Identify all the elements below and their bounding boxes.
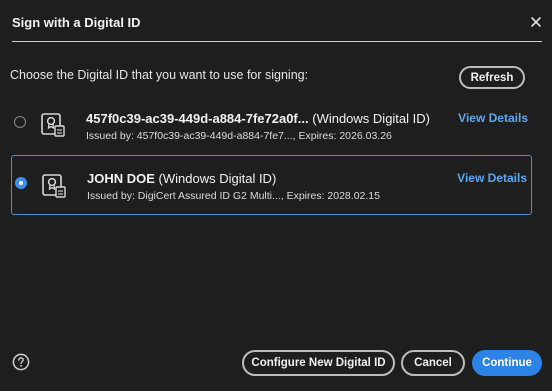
radio-button-id-2[interactable] bbox=[15, 177, 27, 189]
view-details-link-2[interactable]: View Details bbox=[457, 171, 527, 185]
dialog-title: Sign with a Digital ID bbox=[12, 15, 141, 30]
refresh-button[interactable]: Refresh bbox=[459, 66, 525, 89]
id-name: JOHN DOE bbox=[87, 171, 155, 186]
certificate-icon bbox=[42, 174, 66, 198]
certificate-icon bbox=[41, 113, 65, 137]
radio-button-id-1[interactable] bbox=[14, 116, 26, 128]
id-name: 457f0c39-ac39-449d-a884-7fe72a0f... bbox=[86, 111, 309, 126]
help-icon[interactable] bbox=[12, 353, 30, 371]
digital-id-row-2[interactable]: JOHN DOE (Windows Digital ID) Issued by:… bbox=[11, 155, 532, 215]
close-icon[interactable] bbox=[528, 14, 544, 30]
title-divider bbox=[12, 41, 542, 42]
title-bar: Sign with a Digital ID bbox=[0, 0, 552, 44]
id-name-line-2: JOHN DOE (Windows Digital ID) bbox=[87, 171, 276, 186]
sign-digital-id-dialog: Sign with a Digital ID Choose the Digita… bbox=[0, 0, 552, 391]
id-kind: (Windows Digital ID) bbox=[158, 171, 277, 186]
id-kind: (Windows Digital ID) bbox=[312, 111, 430, 126]
view-details-link-1[interactable]: View Details bbox=[458, 111, 528, 125]
cancel-button[interactable]: Cancel bbox=[401, 350, 465, 376]
id-name-line-1: 457f0c39-ac39-449d-a884-7fe72a0f... (Win… bbox=[86, 111, 430, 126]
id-issued-details: Issued by: 457f0c39-ac39-449d-a884-7fe7.… bbox=[86, 130, 392, 142]
configure-new-digital-id-button[interactable]: Configure New Digital ID bbox=[242, 350, 395, 376]
choose-id-prompt: Choose the Digital ID that you want to u… bbox=[10, 68, 309, 82]
id-issued-details: Issued by: DigiCert Assured ID G2 Multi.… bbox=[87, 190, 380, 202]
continue-button[interactable]: Continue bbox=[472, 350, 542, 376]
digital-id-row-1[interactable]: 457f0c39-ac39-449d-a884-7fe72a0f... (Win… bbox=[11, 100, 532, 160]
